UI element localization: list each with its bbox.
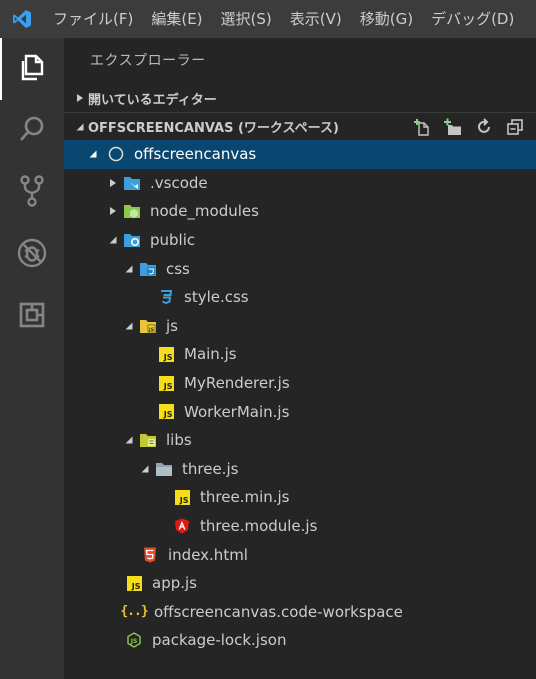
tree-item-label: .vscode — [150, 173, 208, 192]
tree-item-three-module-js[interactable]: three.module.js — [64, 512, 536, 541]
activity-bar — [0, 38, 64, 679]
tree-item-label: style.css — [184, 288, 249, 307]
tree-item-label: libs — [166, 431, 192, 450]
explorer-sidebar: エクスプローラー 開いているエディター OFFSCREENCANVAS (ワーク… — [64, 38, 536, 679]
collapse-all-icon[interactable] — [504, 116, 526, 138]
refresh-icon[interactable] — [473, 116, 495, 138]
open-editors-header[interactable]: 開いているエディター — [64, 84, 536, 112]
tree-item-app-js[interactable]: JS app.js — [64, 569, 536, 598]
tree-item-package-lock-json[interactable]: JS package-lock.json — [64, 626, 536, 655]
libs-folder-icon — [139, 431, 157, 449]
vscode-folder-icon — [123, 174, 141, 192]
tree-item-workermain-js[interactable]: JS WorkerMain.js — [64, 397, 536, 426]
tree-item-node-modules[interactable]: node_modules — [64, 197, 536, 226]
menu-go[interactable]: 移動(G) — [351, 0, 422, 38]
source-control-activity-button[interactable] — [0, 162, 64, 224]
css-folder-icon — [139, 260, 157, 278]
js-file-icon: JS — [125, 574, 143, 592]
tree-item-label: public — [150, 231, 196, 250]
public-folder-icon — [123, 231, 141, 249]
search-activity-button[interactable] — [0, 100, 64, 162]
tree-item-label: WorkerMain.js — [184, 402, 290, 421]
folder-icon — [155, 460, 173, 478]
menu-selection[interactable]: 選択(S) — [212, 0, 281, 38]
debug-activity-button[interactable] — [0, 224, 64, 286]
chevron-down-icon — [121, 318, 137, 334]
tree-item-index-html[interactable]: index.html — [64, 540, 536, 569]
js-file-icon: JS — [173, 488, 191, 506]
tree-item-public[interactable]: public — [64, 226, 536, 255]
chevron-right-icon — [72, 93, 88, 103]
svg-text:JS: JS — [130, 638, 138, 645]
tree-item-style-css[interactable]: style.css — [64, 283, 536, 312]
chevron-down-icon — [137, 461, 153, 477]
chevron-down-icon — [121, 261, 137, 277]
chevron-right-icon — [105, 175, 121, 191]
menu-view[interactable]: 表示(V) — [281, 0, 351, 38]
tree-item-offscreencanvas[interactable]: offscreencanvas — [64, 140, 536, 169]
chevron-down-icon — [72, 122, 88, 132]
tree-item-label: offscreencanvas.code-workspace — [154, 602, 403, 621]
css-file-icon — [157, 288, 175, 306]
files-icon — [18, 52, 48, 86]
tree-item-js[interactable]: JS js — [64, 312, 536, 341]
tree-item-vscode[interactable]: .vscode — [64, 169, 536, 198]
tree-item-label: MyRenderer.js — [184, 374, 290, 393]
js-file-icon: JS — [157, 374, 175, 392]
svg-text:JS: JS — [148, 327, 154, 333]
chevron-down-icon — [105, 232, 121, 248]
tree-item-label: three.js — [182, 459, 239, 478]
tree-item-myrenderer-js[interactable]: JS MyRenderer.js — [64, 369, 536, 398]
workspace-actions — [411, 116, 536, 138]
html-file-icon — [141, 546, 159, 564]
open-editors-label: 開いているエディター — [88, 92, 217, 108]
chevron-right-icon — [105, 203, 121, 219]
js-file-icon: JS — [157, 345, 175, 363]
chevron-down-icon — [85, 146, 101, 162]
angular-file-icon — [173, 517, 191, 535]
new-file-icon[interactable] — [411, 116, 433, 138]
workspace-label: OFFSCREENCANVAS (ワークスペース) — [88, 121, 339, 136]
tree-item-label: app.js — [152, 574, 197, 593]
chevron-down-icon — [121, 432, 137, 448]
extensions-icon — [17, 300, 47, 334]
vscode-logo-icon — [0, 0, 44, 38]
sidebar-title: エクスプローラー — [90, 53, 206, 69]
tree-item-label: three.module.js — [200, 517, 318, 536]
source-control-icon — [17, 174, 47, 212]
tree-item-label: node_modules — [150, 202, 259, 221]
js-folder-icon: JS — [139, 317, 157, 335]
menu-edit[interactable]: 編集(E) — [142, 0, 211, 38]
tree-item-label: three.min.js — [200, 488, 290, 507]
js-file-icon: JS — [157, 403, 175, 421]
menu-file[interactable]: ファイル(F) — [44, 0, 142, 38]
new-folder-icon[interactable] — [442, 116, 464, 138]
workspace-file-icon: {..} — [120, 604, 148, 620]
menu-debug[interactable]: デバッグ(D) — [422, 0, 523, 38]
file-tree: offscreencanvas .vscode node_modules pub… — [64, 140, 536, 655]
tree-item-label: index.html — [168, 545, 248, 564]
menu-bar: ファイル(F) 編集(E) 選択(S) 表示(V) 移動(G) デバッグ(D) — [44, 0, 523, 38]
tree-item-label: js — [166, 316, 178, 335]
tree-item-label: css — [166, 259, 190, 278]
tree-item-code-workspace[interactable]: {..} offscreencanvas.code-workspace — [64, 598, 536, 627]
tree-item-label: package-lock.json — [152, 631, 287, 650]
search-icon — [17, 114, 47, 148]
tree-item-three-min-js[interactable]: JS three.min.js — [64, 483, 536, 512]
title-bar: ファイル(F) 編集(E) 選択(S) 表示(V) 移動(G) デバッグ(D) — [0, 0, 536, 38]
explorer-activity-button[interactable] — [0, 38, 64, 100]
tree-item-three-js-folder[interactable]: three.js — [64, 455, 536, 484]
root-folder-icon — [107, 145, 125, 163]
no-bug-icon — [16, 237, 48, 273]
tree-item-label: offscreencanvas — [134, 145, 257, 164]
node-json-file-icon: JS — [125, 631, 143, 649]
tree-item-css[interactable]: css — [64, 254, 536, 283]
workspace-header[interactable]: OFFSCREENCANVAS (ワークスペース) — [64, 112, 536, 140]
tree-item-main-js[interactable]: JS Main.js — [64, 340, 536, 369]
tree-item-label: Main.js — [184, 345, 237, 364]
tree-item-libs[interactable]: libs — [64, 426, 536, 455]
node-folder-icon — [123, 202, 141, 220]
extensions-activity-button[interactable] — [0, 286, 64, 348]
